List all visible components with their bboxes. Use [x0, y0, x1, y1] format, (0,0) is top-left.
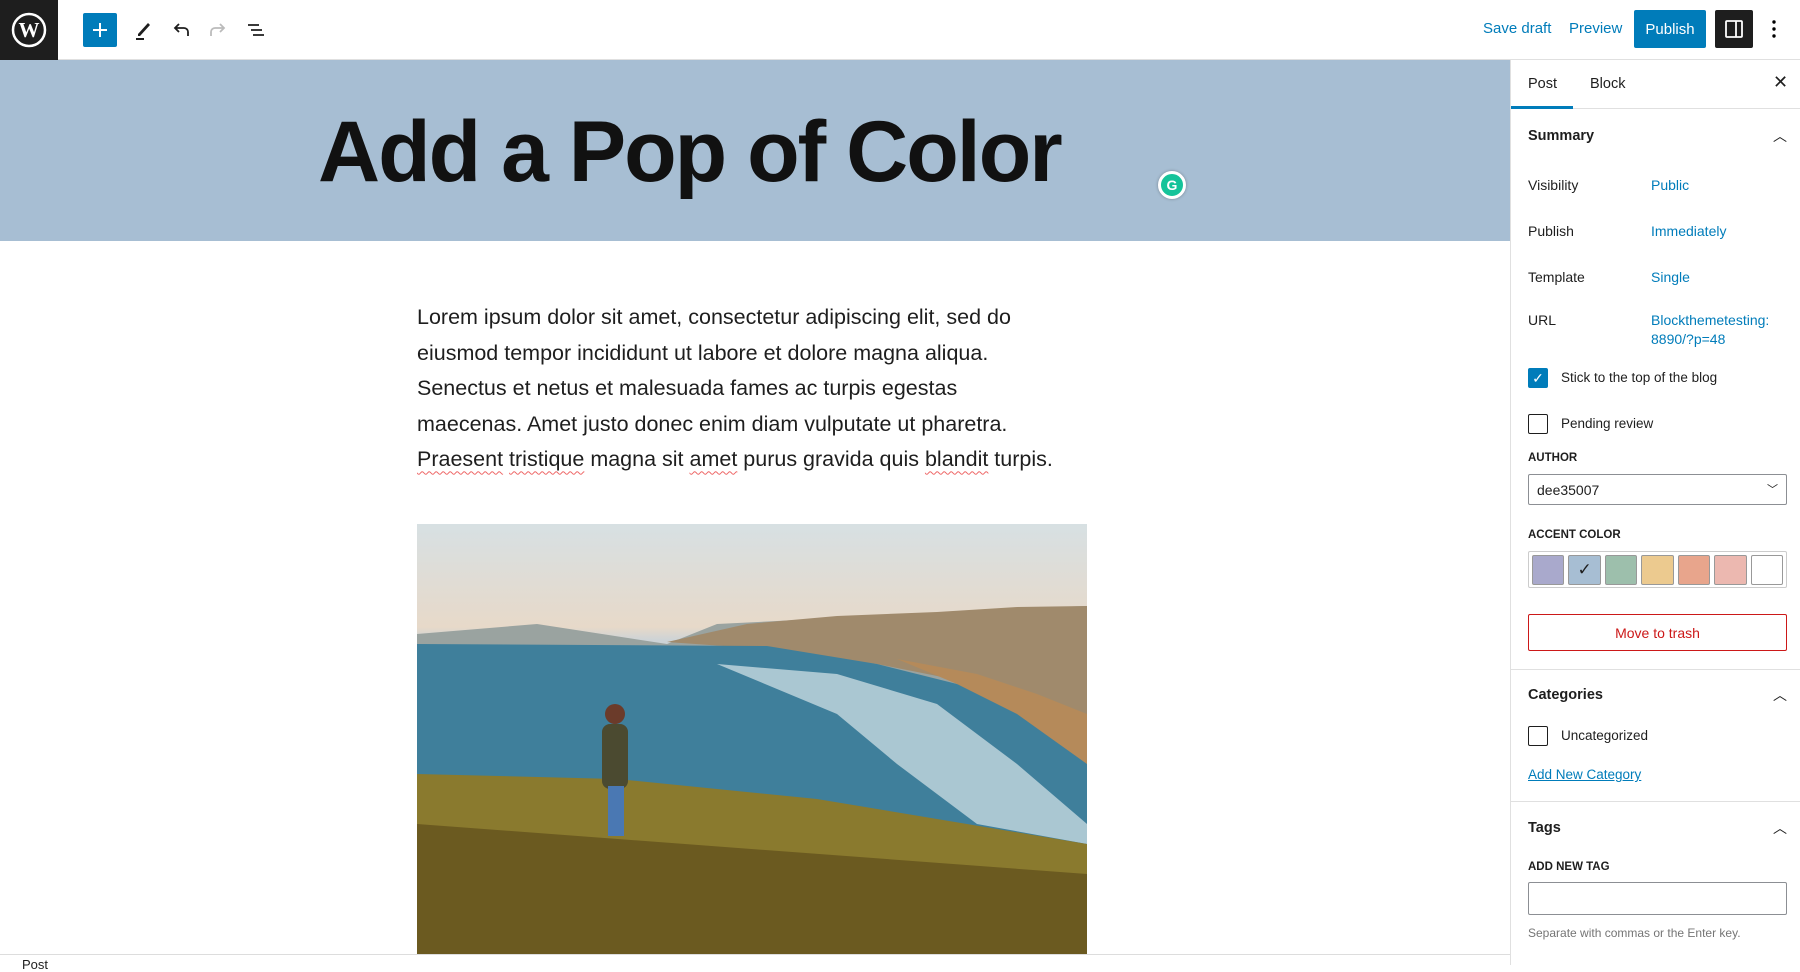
post-title[interactable]: Add a Pop of Color [318, 103, 1063, 202]
options-menu-button[interactable] [1769, 16, 1779, 42]
active-tab-indicator [1511, 106, 1573, 109]
paragraph-line: Lorem ipsum dolor sit amet, consectetur … [417, 305, 1011, 329]
tab-post[interactable]: Post [1528, 76, 1557, 92]
editor-footer: Post [0, 954, 1510, 972]
publish-label: Publish [1528, 223, 1574, 239]
save-draft-button[interactable]: Save draft [1483, 20, 1551, 37]
settings-sidebar: Post Block ✕ Summary ︿ Visibility Public… [1510, 60, 1800, 965]
accent-color-picker: ✓ [1528, 551, 1787, 588]
pending-review-checkbox[interactable] [1528, 414, 1548, 434]
text: purus gravida quis [737, 447, 925, 472]
chevron-down-icon: ﹀ [1767, 484, 1778, 496]
accent-swatch[interactable]: ✓ [1568, 555, 1601, 585]
uncategorized-checkbox[interactable] [1528, 726, 1548, 746]
undo-button[interactable] [164, 13, 198, 47]
text: magna sit [584, 447, 690, 472]
image-block-coastal-photo[interactable] [417, 524, 1087, 954]
chevron-up-icon[interactable]: ︿ [1773, 818, 1787, 838]
list-view-button[interactable] [239, 13, 273, 47]
template-label: Template [1528, 269, 1585, 285]
accent-swatch[interactable] [1532, 555, 1565, 585]
text: turpis. [988, 447, 1053, 472]
accent-swatch[interactable] [1714, 555, 1747, 585]
coast-photo-illustration [417, 606, 1087, 954]
chevron-up-icon[interactable]: ︿ [1773, 126, 1787, 146]
url-label: URL [1528, 312, 1557, 328]
paragraph-line: eiusmod tempor incididunt ut labore et d… [417, 340, 989, 365]
tools-button[interactable] [126, 13, 160, 47]
misspelled-word[interactable]: amet [690, 447, 738, 471]
tab-block[interactable]: Block [1590, 76, 1625, 92]
check-icon: ✓ [1577, 560, 1592, 579]
redo-icon [210, 23, 226, 36]
check-icon: ✓ [1532, 369, 1544, 386]
template-value[interactable]: Single [1651, 269, 1690, 285]
publish-button[interactable]: Publish [1634, 10, 1706, 48]
add-new-category-link[interactable]: Add New Category [1528, 767, 1641, 782]
url-line: Blockthemetesting: [1651, 312, 1770, 328]
wordpress-logo-button[interactable]: W [0, 0, 58, 60]
add-new-tag-label: ADD NEW TAG [1528, 861, 1610, 873]
post-header-cover[interactable]: Add a Pop of Color [0, 60, 1510, 241]
sticky-label: Stick to the top of the blog [1561, 370, 1718, 385]
divider [1511, 669, 1800, 670]
pending-review-label: Pending review [1561, 416, 1654, 431]
accent-color-label: ACCENT COLOR [1528, 529, 1621, 541]
author-label: AUTHOR [1528, 452, 1578, 464]
add-block-button[interactable] [83, 13, 117, 47]
visibility-label: Visibility [1528, 177, 1579, 193]
redo-button[interactable] [201, 13, 235, 47]
paragraph-line: Praesent tristique magna sit amet purus … [417, 442, 1097, 478]
more-vertical-icon [1772, 20, 1776, 38]
list-view-icon [248, 24, 264, 36]
paragraph-line: maecenas. Amet justo donec enim diam vul… [417, 411, 1008, 436]
divider [1511, 801, 1800, 802]
add-new-tag-input[interactable] [1528, 882, 1787, 915]
uncategorized-label: Uncategorized [1561, 728, 1649, 743]
undo-icon [173, 23, 189, 36]
url-line: 8890/?p=48 [1651, 331, 1726, 347]
author-select[interactable]: dee35007 ﹀ [1528, 474, 1787, 505]
misspelled-word[interactable]: Praesent [417, 447, 503, 471]
accent-swatch[interactable] [1604, 555, 1638, 585]
pencil-icon [136, 23, 150, 40]
settings-toggle-button[interactable] [1715, 10, 1753, 48]
author-value: dee35007 [1537, 482, 1600, 498]
sidebar-icon [1725, 20, 1743, 38]
misspelled-word[interactable]: tristique [509, 447, 584, 471]
move-to-trash-button[interactable]: Move to trash [1528, 614, 1787, 651]
summary-heading[interactable]: Summary [1528, 128, 1594, 144]
visibility-value[interactable]: Public [1651, 177, 1689, 193]
grammarly-icon[interactable]: G [1158, 171, 1186, 199]
accent-swatch[interactable] [1677, 555, 1711, 585]
publish-value[interactable]: Immediately [1651, 223, 1726, 239]
top-toolbar: W Save draft Preview Publish [0, 0, 1800, 60]
plus-icon [93, 23, 107, 37]
svg-text:W: W [19, 18, 40, 42]
categories-heading[interactable]: Categories [1528, 687, 1603, 703]
tags-help-text: Separate with commas or the Enter key. [1528, 926, 1741, 940]
paragraph-block[interactable]: Lorem ipsum dolor sit amet, consectetur … [417, 300, 1097, 478]
wordpress-icon: W [11, 12, 47, 48]
sticky-checkbox[interactable]: ✓ [1528, 368, 1548, 388]
close-icon[interactable]: ✕ [1773, 72, 1788, 93]
accent-swatch[interactable] [1750, 555, 1783, 585]
url-value[interactable]: Blockthemetesting: 8890/?p=48 [1651, 311, 1769, 349]
accent-swatch[interactable] [1641, 555, 1674, 585]
chevron-up-icon[interactable]: ︿ [1773, 685, 1787, 705]
paragraph-line: Senectus et netus et malesuada fames ac … [417, 376, 958, 401]
tags-heading[interactable]: Tags [1528, 820, 1561, 836]
preview-button[interactable]: Preview [1569, 20, 1622, 37]
misspelled-word[interactable]: blandit [925, 447, 988, 471]
